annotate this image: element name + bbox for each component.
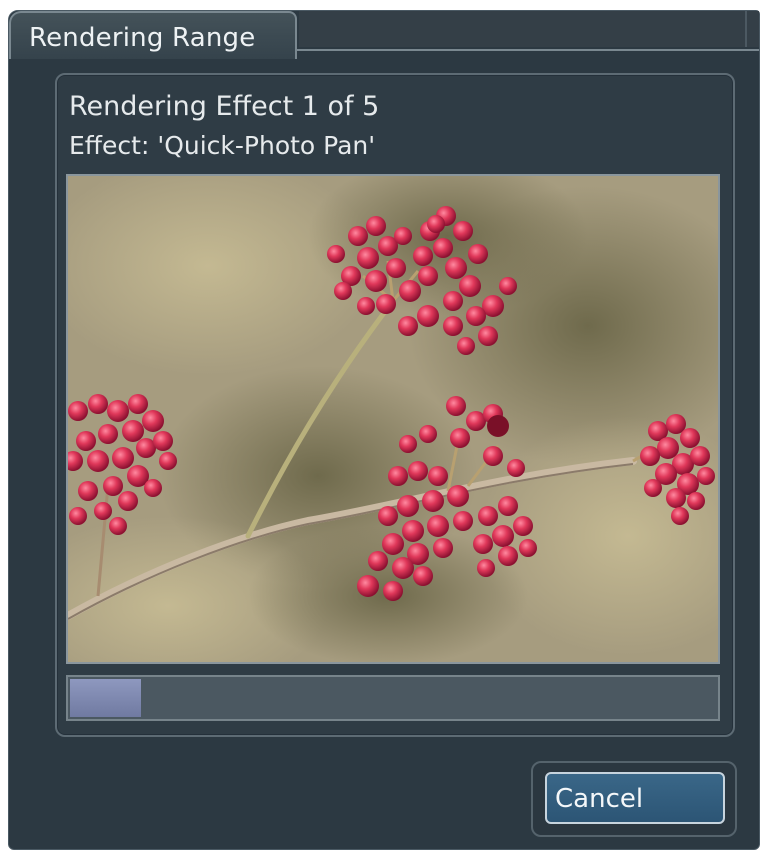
tab-divider — [297, 49, 759, 51]
rendering-dialog: Rendering Range Rendering Effect 1 of 5 … — [8, 10, 760, 850]
tab-rendering-range[interactable]: Rendering Range — [9, 11, 297, 59]
window-edge-divider — [745, 11, 747, 47]
render-progress-fill — [70, 679, 141, 717]
tab-title: Rendering Range — [29, 23, 256, 53]
cancel-button[interactable]: Cancel — [545, 772, 725, 824]
berry-photo — [68, 176, 718, 662]
tab-bar-strip — [299, 11, 759, 47]
effect-name-text: Effect: 'Quick-Photo Pan' — [69, 131, 376, 160]
preview-image — [66, 174, 720, 664]
render-progress-bar — [66, 675, 720, 721]
render-status-text: Rendering Effect 1 of 5 — [69, 91, 380, 122]
